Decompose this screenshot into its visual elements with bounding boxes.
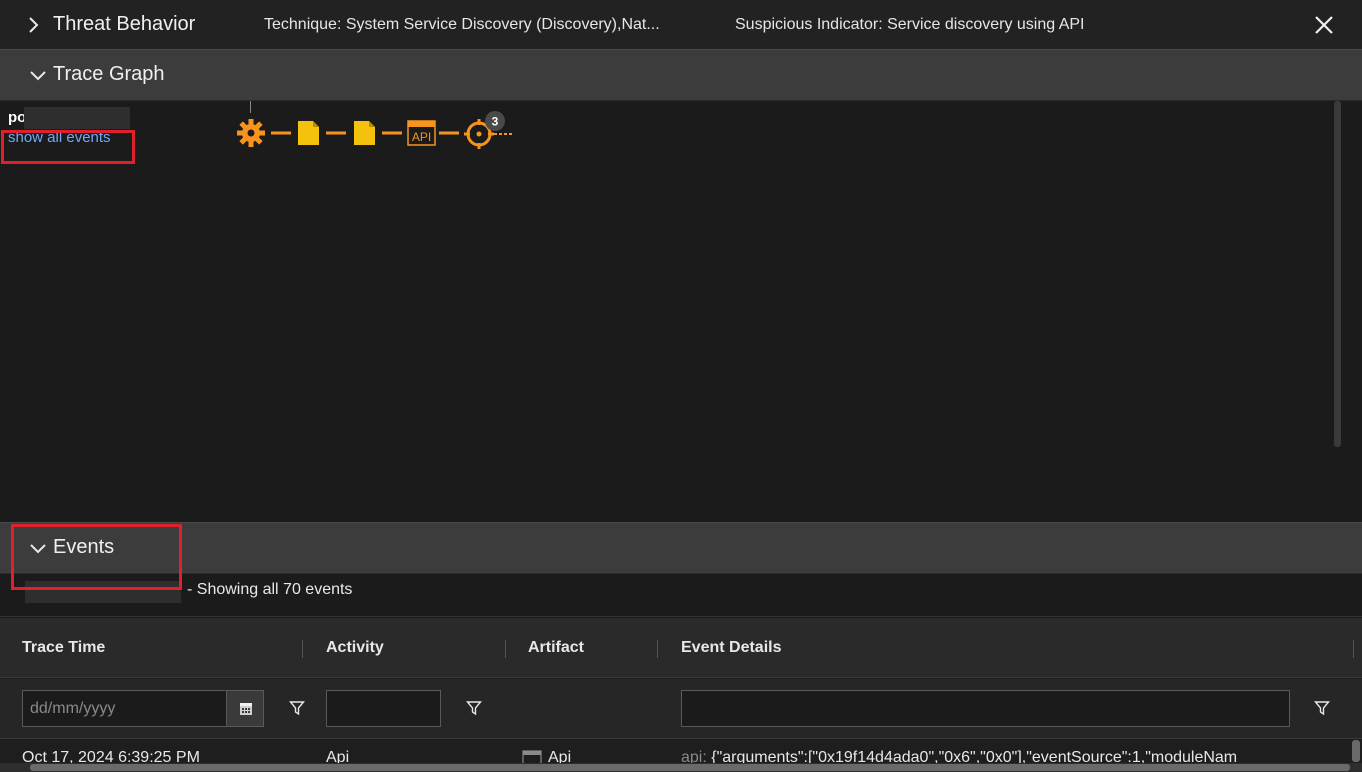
trace-graph-header[interactable]: Trace Graph (0, 49, 1362, 101)
events-header[interactable]: Events (0, 522, 1362, 574)
chevron-down-icon[interactable] (28, 67, 48, 85)
chevron-right-icon[interactable] (24, 14, 44, 36)
trace-chain: API 3 (237, 111, 512, 149)
events-table-header: Trace Time Activity Artifact Event Detai… (0, 618, 1362, 678)
trace-time-date-input[interactable] (22, 690, 227, 727)
api-icon-label: API (412, 130, 431, 144)
column-header-event-details[interactable]: Event Details (681, 639, 781, 657)
count-badge: 3 (485, 111, 505, 131)
column-separator[interactable] (657, 640, 658, 658)
column-header-activity[interactable]: Activity (326, 639, 384, 657)
graph-vertical-scrollbar[interactable] (1334, 101, 1341, 447)
filter-icon[interactable] (289, 700, 305, 716)
file-icon[interactable] (354, 121, 375, 145)
column-header-trace-time[interactable]: Trace Time (22, 639, 105, 657)
file-icon[interactable] (298, 121, 319, 145)
filter-icon[interactable] (466, 700, 482, 716)
header-title: Threat Behavior (53, 13, 196, 35)
calendar-button[interactable] (226, 690, 264, 727)
technique-label: Technique: System Service Discovery (Dis… (264, 16, 660, 33)
highlight-box (1, 130, 135, 164)
redacted-process-name (24, 107, 130, 129)
threat-behavior-header: Threat Behavior Technique: System Servic… (0, 0, 1362, 50)
events-count-summary: - Showing all 70 events (187, 581, 353, 598)
trace-graph-canvas[interactable]: po show all events API 3 (0, 101, 1362, 521)
activity-filter-input[interactable] (326, 690, 441, 727)
highlight-box (11, 524, 182, 590)
column-separator[interactable] (505, 640, 506, 658)
events-filter-row (0, 679, 1362, 739)
column-separator[interactable] (1353, 640, 1354, 658)
calendar-icon (240, 703, 252, 715)
api-icon[interactable]: API (407, 120, 436, 146)
count-badge-text: 3 (492, 115, 499, 129)
close-icon[interactable] (1312, 13, 1336, 37)
events-summary-bar: - Showing all 70 events (0, 575, 1362, 617)
table-horizontal-scrollbar[interactable] (0, 763, 1362, 772)
column-header-artifact[interactable]: Artifact (528, 639, 584, 657)
column-separator[interactable] (302, 640, 303, 658)
process-gear-icon[interactable] (237, 119, 265, 147)
event-details-filter-input[interactable] (681, 690, 1290, 727)
suspicious-indicator-label: Suspicious Indicator: Service discovery … (735, 16, 1085, 33)
filter-icon[interactable] (1314, 700, 1330, 716)
trace-graph-title: Trace Graph (53, 63, 165, 85)
scrollbar-thumb[interactable] (30, 764, 1350, 771)
table-vertical-scrollbar[interactable] (1352, 740, 1360, 762)
